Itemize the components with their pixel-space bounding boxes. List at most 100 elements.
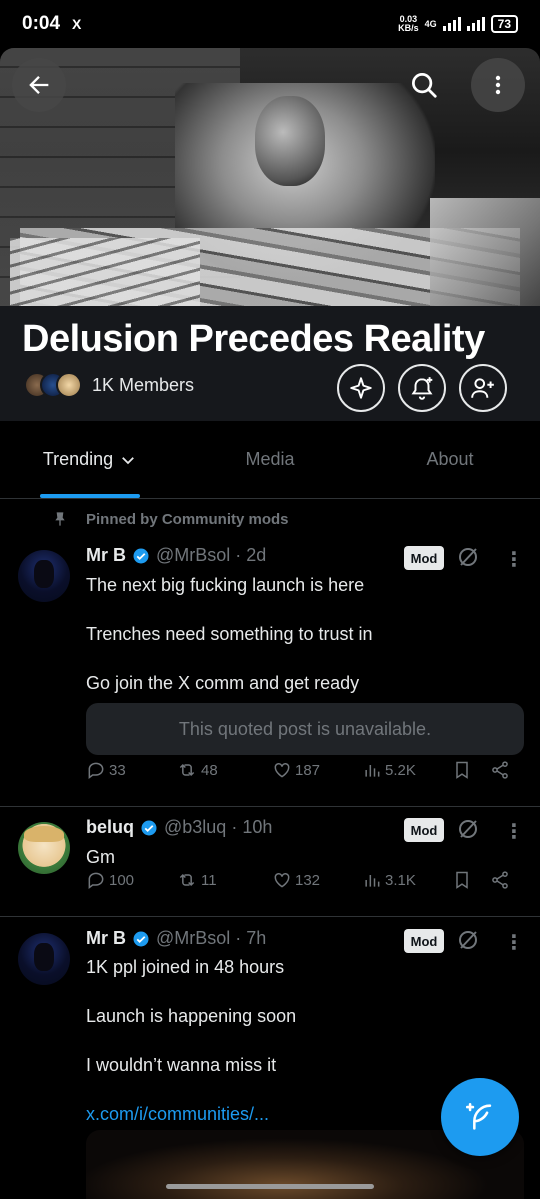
- author-handle[interactable]: @MrBsol: [156, 545, 230, 566]
- hide-post-icon[interactable]: [456, 928, 480, 952]
- repost-icon: [179, 763, 195, 777]
- back-button[interactable]: [12, 58, 66, 112]
- community-header: Delusion Precedes Reality 1K Members: [0, 306, 540, 421]
- author-name[interactable]: beluq: [86, 817, 134, 838]
- like-count: 132: [295, 871, 321, 889]
- post-time: · 10h: [231, 817, 273, 837]
- mod-badge: Mod: [404, 546, 444, 570]
- avatar[interactable]: [18, 822, 70, 874]
- views-icon: [365, 765, 380, 777]
- post-text-line: Launch is happening soon: [86, 1006, 297, 1026]
- network-type: 4G: [424, 18, 437, 29]
- notifications-button[interactable]: [398, 364, 446, 412]
- mod-badge: Mod: [404, 818, 444, 842]
- network-type-label: 4G: [424, 18, 437, 29]
- signal-2-icon: [466, 17, 485, 31]
- members-link[interactable]: 1K Members: [24, 372, 194, 398]
- more-vertical-icon: [495, 75, 501, 95]
- hide-post-icon[interactable]: [456, 817, 480, 841]
- tab-media[interactable]: Media: [180, 421, 360, 498]
- bell-add-icon: [411, 377, 433, 400]
- search-button[interactable]: [397, 58, 451, 112]
- search-icon: [412, 73, 437, 98]
- post-text-line: 1K ppl joined in 48 hours: [86, 957, 285, 977]
- view-count: 5.2K: [385, 761, 416, 779]
- x-app-icon: X: [72, 16, 82, 32]
- author-handle[interactable]: @MrBsol: [156, 928, 230, 949]
- post-text-line: Go join the X comm and get ready: [86, 673, 360, 693]
- community-banner: [0, 48, 540, 306]
- views-button[interactable]: 5.2K: [362, 760, 416, 780]
- banner-money-stack: [10, 238, 200, 306]
- bookmark-button[interactable]: [452, 869, 472, 891]
- signal-1-icon: [442, 17, 461, 31]
- reply-icon: [88, 762, 104, 779]
- chevron-down-icon: [122, 456, 135, 464]
- like-button[interactable]: 187: [272, 760, 320, 780]
- hide-post-icon[interactable]: [456, 545, 480, 569]
- post-header: beluq @b3luq · 10h: [86, 817, 272, 838]
- status-indicators: 0.03 KB/s 4G 73: [398, 15, 518, 33]
- post-header: Mr B @MrBsol · 7h: [86, 928, 266, 949]
- views-icon: [365, 875, 380, 887]
- sparkle-button[interactable]: [337, 364, 385, 412]
- net-speed: 0.03 KB/s: [398, 15, 419, 33]
- invite-button[interactable]: [459, 364, 507, 412]
- tab-about[interactable]: About: [360, 421, 540, 498]
- home-indicator[interactable]: [166, 1184, 374, 1189]
- post-time: · 7h: [235, 928, 267, 948]
- bookmark-icon: [456, 761, 468, 779]
- quoted-post-unavailable: This quoted post is unavailable.: [86, 703, 524, 755]
- tab-bar: Trending Media About: [0, 421, 540, 499]
- share-button[interactable]: [490, 870, 510, 890]
- banner-figure-head: [255, 96, 325, 186]
- post-more-icon[interactable]: ⋮: [504, 930, 524, 955]
- repost-count: 48: [201, 761, 218, 779]
- pinned-label: Pinned by Community mods: [86, 510, 289, 528]
- members-count: 1K Members: [92, 374, 195, 395]
- banner-desk: [430, 198, 540, 306]
- verified-badge-icon: [141, 820, 157, 835]
- post-text-line: Gm: [86, 847, 115, 867]
- more-options-button[interactable]: [471, 58, 525, 112]
- battery-icon: 73: [490, 15, 518, 33]
- post-more-icon[interactable]: ⋮: [504, 547, 524, 572]
- share-button[interactable]: [490, 760, 510, 780]
- avatar[interactable]: [18, 933, 70, 985]
- mod-badge: Mod: [404, 929, 444, 953]
- divider: [0, 806, 540, 807]
- avatar[interactable]: [18, 550, 70, 602]
- sparkle-icon: [350, 377, 372, 399]
- share-icon: [492, 871, 508, 889]
- reply-button[interactable]: 100: [86, 870, 134, 890]
- bookmark-icon: [456, 871, 468, 889]
- repost-button[interactable]: 11: [176, 870, 217, 890]
- heart-icon: [274, 872, 290, 888]
- tab-about-label: About: [426, 449, 474, 469]
- back-arrow-icon: [29, 76, 49, 94]
- share-icon: [492, 761, 508, 779]
- bookmark-button[interactable]: [452, 759, 472, 781]
- repost-button[interactable]: 48: [176, 760, 218, 780]
- tab-trending[interactable]: Trending: [0, 421, 180, 498]
- reply-button[interactable]: 33: [86, 760, 126, 780]
- status-bar: 0:04 X 0.03 KB/s 4G 73: [0, 0, 540, 48]
- post-link[interactable]: x.com/i/communities/...: [86, 1103, 269, 1125]
- author-name[interactable]: Mr B: [86, 928, 126, 949]
- net-speed-unit: KB/s: [398, 23, 419, 33]
- compose-feather-icon: [465, 1102, 492, 1130]
- reply-count: 33: [109, 761, 126, 779]
- compose-post-button[interactable]: [441, 1078, 519, 1156]
- tab-trending-label: Trending: [42, 449, 114, 469]
- post-header: Mr B @MrBsol · 2d: [86, 545, 266, 566]
- pin-icon: [55, 512, 65, 526]
- post-more-icon[interactable]: ⋮: [504, 819, 524, 844]
- author-handle[interactable]: @b3luq: [164, 817, 226, 838]
- person-add-icon: [471, 378, 494, 398]
- post-text-line: I wouldn’t wanna miss it: [86, 1055, 277, 1075]
- author-name[interactable]: Mr B: [86, 545, 126, 566]
- status-time: 0:04: [22, 13, 61, 34]
- repost-count: 11: [201, 871, 217, 889]
- like-button[interactable]: 132: [272, 870, 320, 890]
- views-button[interactable]: 3.1K: [362, 870, 416, 890]
